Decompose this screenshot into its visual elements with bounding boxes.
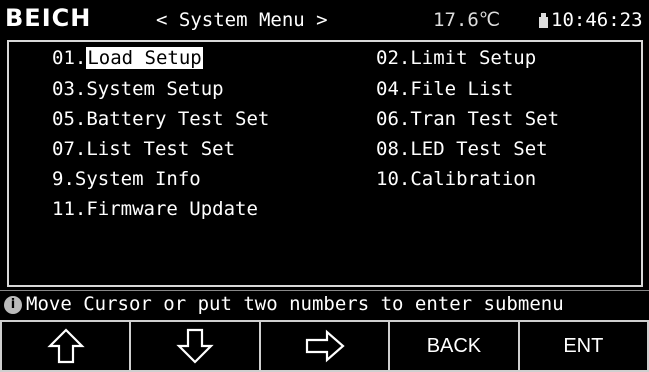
menu-item-label: LED Test Set: [410, 138, 548, 160]
menu-item-label: Firmware Update: [86, 198, 258, 220]
menu-item-number: 02.: [376, 47, 411, 69]
menu-item-number: 08.: [376, 138, 411, 160]
menu-item-limit-setup[interactable]: 02.Limit Setup: [376, 46, 536, 70]
usb-drive-icon: [539, 12, 548, 28]
menu-item-led-test-set[interactable]: 08.LED Test Set: [376, 137, 548, 161]
menu-item-number: 01.: [52, 47, 87, 69]
menu-item-label: Calibration: [410, 168, 537, 190]
device-screen: BEICH < System Menu > 17.6℃ 10:46:23 01.…: [0, 0, 649, 372]
menu-item-calibration[interactable]: 10.Calibration: [376, 167, 536, 191]
menu-item-number: 05.: [52, 108, 87, 130]
menu-item-battery-test-set[interactable]: 05.Battery Test Set: [52, 107, 269, 131]
temperature-readout: 17.6℃: [433, 9, 501, 31]
page-title: < System Menu >: [156, 9, 328, 31]
menu-item-file-list[interactable]: 04.File List: [376, 77, 513, 101]
menu-item-label-selected: Load Setup: [86, 47, 203, 69]
arrow-right-icon: [305, 329, 345, 363]
arrow-down-icon: [176, 328, 214, 364]
menu-item-label: List Test Set: [86, 138, 236, 160]
menu-item-load-setup[interactable]: 01.Load Setup: [52, 46, 203, 70]
softkey-down-button[interactable]: [129, 320, 259, 372]
menu-item-system-info[interactable]: 9.System Info: [52, 167, 201, 191]
menu-item-list-test-set[interactable]: 07.List Test Set: [52, 137, 235, 161]
menu-item-label: File List: [410, 78, 514, 100]
status-bar: i Move Cursor or put two numbers to ente…: [0, 290, 649, 319]
back-label: BACK: [426, 334, 482, 357]
menu-item-tran-test-set[interactable]: 06.Tran Test Set: [376, 107, 559, 131]
softkey-enter-button[interactable]: ENT: [517, 320, 649, 372]
system-menu-panel: 01.Load Setup 02.Limit Setup 03.System S…: [7, 40, 643, 287]
softkey-bar: BACK ENT: [0, 320, 649, 372]
brand-logo: BEICH: [5, 4, 92, 32]
menu-item-number: 07.: [52, 138, 87, 160]
header-bar: BEICH < System Menu > 17.6℃ 10:46:23: [0, 0, 649, 38]
enter-label: ENT: [563, 334, 604, 357]
menu-item-number: 11.: [52, 198, 87, 220]
softkey-right-button[interactable]: [258, 320, 389, 372]
menu-item-label: System Setup: [86, 78, 224, 100]
softkey-up-button[interactable]: [0, 320, 130, 372]
menu-item-number: 06.: [376, 108, 411, 130]
menu-item-label: System Info: [74, 168, 201, 190]
menu-item-system-setup[interactable]: 03.System Setup: [52, 77, 224, 101]
menu-item-label: Limit Setup: [410, 47, 537, 69]
clock-time: 10:46:23: [551, 9, 643, 31]
status-message: Move Cursor or put two numbers to enter …: [26, 293, 564, 315]
softkey-back-button[interactable]: BACK: [388, 320, 518, 372]
menu-item-number: 9.: [52, 168, 75, 190]
menu-item-number: 04.: [376, 78, 411, 100]
menu-item-label: Tran Test Set: [410, 108, 560, 130]
menu-item-number: 03.: [52, 78, 87, 100]
info-icon: i: [4, 296, 22, 314]
menu-item-label: Battery Test Set: [86, 108, 270, 130]
menu-item-number: 10.: [376, 168, 411, 190]
arrow-up-icon: [47, 328, 85, 364]
menu-item-firmware-update[interactable]: 11.Firmware Update: [52, 197, 258, 221]
clock: 10:46:23: [539, 9, 643, 31]
